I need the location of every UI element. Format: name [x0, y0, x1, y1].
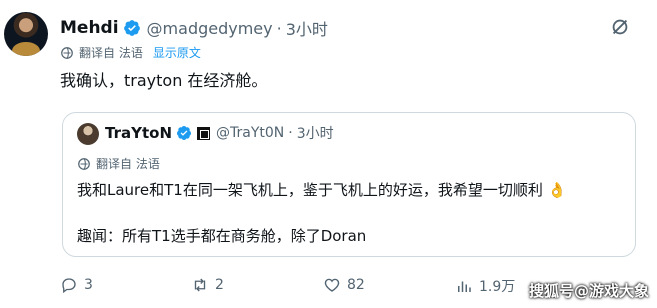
quote-separator-dot: ·	[288, 125, 293, 141]
heart-icon	[324, 278, 340, 292]
view-count: 1.9万	[479, 279, 516, 295]
quote-text-line-1: 我和Laure和T1在同一架飞机上，鉴于飞机上的好运，我希望一切顺利 👌	[77, 181, 567, 199]
author-name[interactable]: Mehdi	[60, 18, 119, 38]
quote-verified-badge-icon	[177, 126, 191, 140]
quoted-tweet[interactable]: TraYtoN @TraYt0N · 3小时 翻译自 法语 我和Laure和T1…	[62, 112, 636, 257]
quote-author-avatar[interactable]	[77, 123, 99, 145]
quote-header: TraYtoN @TraYt0N · 3小时	[105, 123, 334, 143]
translate-icon	[61, 46, 73, 59]
grok-icon[interactable]	[609, 16, 631, 38]
show-original-link[interactable]: 显示原文	[153, 44, 201, 61]
watermark: 搜狐号@游戏大象	[528, 282, 649, 300]
quote-translate-icon	[78, 157, 90, 170]
tweet-card: Mehdi @madgedymey · 3小时 翻译自 法语 显示原文 我确认，…	[0, 0, 657, 308]
reply-button[interactable]: 3	[60, 276, 93, 294]
views-icon	[458, 281, 471, 292]
like-count: 82	[347, 277, 365, 293]
tweet-text: 我确认，trayton 在经济舱。	[60, 71, 268, 90]
translation-row: 翻译自 法语 显示原文	[60, 44, 201, 61]
reply-icon	[62, 278, 76, 294]
author-avatar[interactable]	[4, 12, 48, 56]
retweet-icon	[194, 278, 206, 292]
verified-badge-icon	[123, 20, 140, 36]
translation-label: 翻译自 法语	[79, 46, 143, 60]
quote-text-line-2: 趣闻：所有T1选手都在商务舱，除了Doran	[77, 227, 367, 245]
retweet-count: 2	[215, 277, 224, 293]
quote-translation-row: 翻译自 法语	[77, 155, 160, 172]
author-handle[interactable]: @madgedymey	[147, 19, 273, 38]
quote-translation-label: 翻译自 法语	[96, 157, 160, 171]
views-button[interactable]: 1.9万	[455, 276, 515, 296]
tweet-header: Mehdi @madgedymey · 3小时	[60, 16, 328, 40]
quote-author-name[interactable]: TraYtoN	[105, 124, 172, 142]
reply-count: 3	[84, 277, 93, 293]
quote-time[interactable]: 3小时	[297, 123, 334, 143]
retweet-button[interactable]: 2	[191, 276, 224, 294]
affiliation-badge-icon	[197, 126, 210, 140]
separator-dot: ·	[276, 18, 282, 38]
tweet-time[interactable]: 3小时	[286, 16, 328, 40]
quote-author-handle[interactable]: @TraYt0N	[216, 125, 284, 141]
like-button[interactable]: 82	[323, 276, 365, 294]
